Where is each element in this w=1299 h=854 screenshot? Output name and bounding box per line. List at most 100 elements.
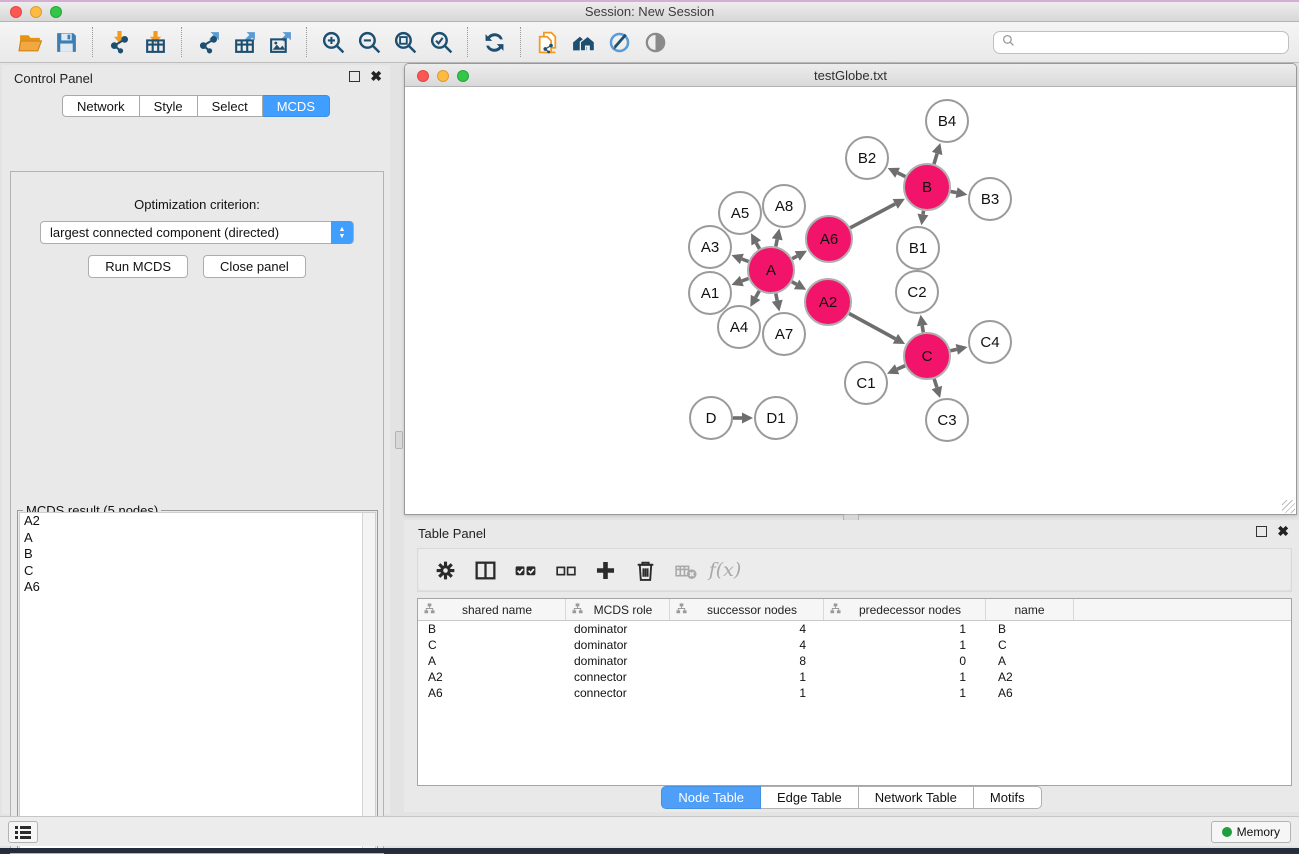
node-B4[interactable]: B4 <box>926 100 968 142</box>
node-A5[interactable]: A5 <box>719 192 761 234</box>
node-table[interactable]: shared nameMCDS rolesuccessor nodesprede… <box>417 598 1292 786</box>
edge-B-B3[interactable] <box>951 192 957 193</box>
show-columns-button[interactable] <box>472 557 498 583</box>
node-B1[interactable]: B1 <box>897 227 939 269</box>
tab-network-table[interactable]: Network Table <box>859 786 974 809</box>
float-table-panel-icon[interactable] <box>1256 526 1267 537</box>
node-A[interactable]: A <box>748 247 794 293</box>
cell-name[interactable]: B <box>986 621 1074 637</box>
node-C2[interactable]: C2 <box>896 271 938 313</box>
settings-gear-button[interactable] <box>432 557 458 583</box>
column-header-successor-nodes[interactable]: successor nodes <box>670 599 824 620</box>
cell-MCDS-role[interactable]: dominator <box>566 637 670 653</box>
zoom-selected-button[interactable] <box>423 26 459 58</box>
export-image-button[interactable] <box>262 26 298 58</box>
show-hide-button[interactable] <box>637 26 673 58</box>
node-A6[interactable]: A6 <box>806 216 852 262</box>
criterion-dropdown[interactable]: largest connected component (directed) ▲… <box>40 221 354 244</box>
node-B2[interactable]: B2 <box>846 137 888 179</box>
result-scrollbar[interactable] <box>362 513 375 849</box>
result-node-item[interactable]: A <box>20 530 375 547</box>
node-C4[interactable]: C4 <box>969 321 1011 363</box>
edge-A2-C[interactable] <box>849 314 895 339</box>
node-A3[interactable]: A3 <box>689 226 731 268</box>
edge-A-A4[interactable] <box>756 291 760 298</box>
cell-MCDS-role[interactable]: connector <box>566 669 670 685</box>
open-file-button[interactable] <box>12 26 48 58</box>
tab-edge-table[interactable]: Edge Table <box>761 786 859 809</box>
deselect-all-button[interactable] <box>552 557 578 583</box>
float-panel-icon[interactable] <box>349 71 360 82</box>
edge-A-A6[interactable] <box>792 256 797 259</box>
column-header-MCDS-role[interactable]: MCDS role <box>566 599 670 620</box>
cell-successor-nodes[interactable]: 4 <box>670 621 824 637</box>
cell-name[interactable]: C <box>986 637 1074 653</box>
edge-A-A7[interactable] <box>776 294 777 301</box>
edge-A-A5[interactable] <box>756 243 759 249</box>
close-panel-button[interactable]: Close panel <box>203 255 306 278</box>
node-C1[interactable]: C1 <box>845 362 887 404</box>
close-table-panel-icon[interactable]: ✖ <box>1277 526 1289 537</box>
export-table-button[interactable] <box>226 26 262 58</box>
first-neighbors-button[interactable] <box>565 26 601 58</box>
column-header-name[interactable]: name <box>986 599 1074 620</box>
edge-C-C4[interactable] <box>950 349 956 350</box>
node-A2[interactable]: A2 <box>805 279 851 325</box>
cell-shared-name[interactable]: C <box>418 637 566 653</box>
tab-style[interactable]: Style <box>140 95 198 117</box>
refresh-button[interactable] <box>476 26 512 58</box>
edge-C-C1[interactable] <box>897 366 905 370</box>
cell-successor-nodes[interactable]: 1 <box>670 669 824 685</box>
node-A7[interactable]: A7 <box>763 313 805 355</box>
edge-A-A2[interactable] <box>792 282 797 285</box>
cell-predecessor-nodes[interactable]: 1 <box>824 685 986 701</box>
tab-motifs[interactable]: Motifs <box>974 786 1042 809</box>
cell-successor-nodes[interactable]: 1 <box>670 685 824 701</box>
export-network-button[interactable] <box>190 26 226 58</box>
cell-predecessor-nodes[interactable]: 1 <box>824 669 986 685</box>
node-A4[interactable]: A4 <box>718 306 760 348</box>
result-node-item[interactable]: A2 <box>20 513 375 530</box>
result-node-item[interactable]: B <box>20 546 375 563</box>
network-canvas[interactable]: B4B2BB3A8A5A6A3B1AC2A1A2A4A7C4CC1C3DD1 <box>405 87 1296 514</box>
cell-MCDS-role[interactable]: dominator <box>566 653 670 669</box>
node-D1[interactable]: D1 <box>755 397 797 439</box>
edge-B-B2[interactable] <box>898 173 906 177</box>
close-panel-icon[interactable]: ✖ <box>370 71 382 82</box>
cell-MCDS-role[interactable]: connector <box>566 685 670 701</box>
edge-A-A3[interactable] <box>742 259 749 262</box>
cell-predecessor-nodes[interactable]: 1 <box>824 621 986 637</box>
edge-A6-B[interactable] <box>850 204 895 228</box>
table-row[interactable]: Cdominator41C <box>418 637 1291 653</box>
memory-button[interactable]: Memory <box>1211 821 1291 843</box>
save-session-button[interactable] <box>48 26 84 58</box>
edge-B-B1[interactable] <box>923 211 924 215</box>
zoom-fit-button[interactable] <box>387 26 423 58</box>
node-D[interactable]: D <box>690 397 732 439</box>
edge-C-C3[interactable] <box>934 379 937 388</box>
cell-MCDS-role[interactable]: dominator <box>566 621 670 637</box>
cell-name[interactable]: A <box>986 653 1074 669</box>
cell-name[interactable]: A2 <box>986 669 1074 685</box>
cell-shared-name[interactable]: A2 <box>418 669 566 685</box>
result-node-item[interactable]: A6 <box>20 579 375 596</box>
main-titlebar[interactable]: Session: New Session <box>0 2 1299 22</box>
table-row[interactable]: Bdominator41B <box>418 621 1291 637</box>
delete-column-button[interactable] <box>632 557 658 583</box>
table-row[interactable]: A2connector11A2 <box>418 669 1291 685</box>
edge-A-A8[interactable] <box>776 239 777 246</box>
run-mcds-button[interactable]: Run MCDS <box>88 255 188 278</box>
import-network-button[interactable] <box>101 26 137 58</box>
network-from-selection-button[interactable] <box>529 26 565 58</box>
node-C[interactable]: C <box>904 333 950 379</box>
cell-shared-name[interactable]: A <box>418 653 566 669</box>
cell-shared-name[interactable]: A6 <box>418 685 566 701</box>
mcds-result-list[interactable]: A2ABCA6 <box>19 512 376 850</box>
tab-node-table[interactable]: Node Table <box>661 786 761 809</box>
cell-name[interactable]: A6 <box>986 685 1074 701</box>
add-column-button[interactable] <box>592 557 618 583</box>
network-window-titlebar[interactable]: testGlobe.txt <box>405 64 1296 87</box>
column-header-predecessor-nodes[interactable]: predecessor nodes <box>824 599 986 620</box>
zoom-in-button[interactable] <box>315 26 351 58</box>
node-A8[interactable]: A8 <box>763 185 805 227</box>
